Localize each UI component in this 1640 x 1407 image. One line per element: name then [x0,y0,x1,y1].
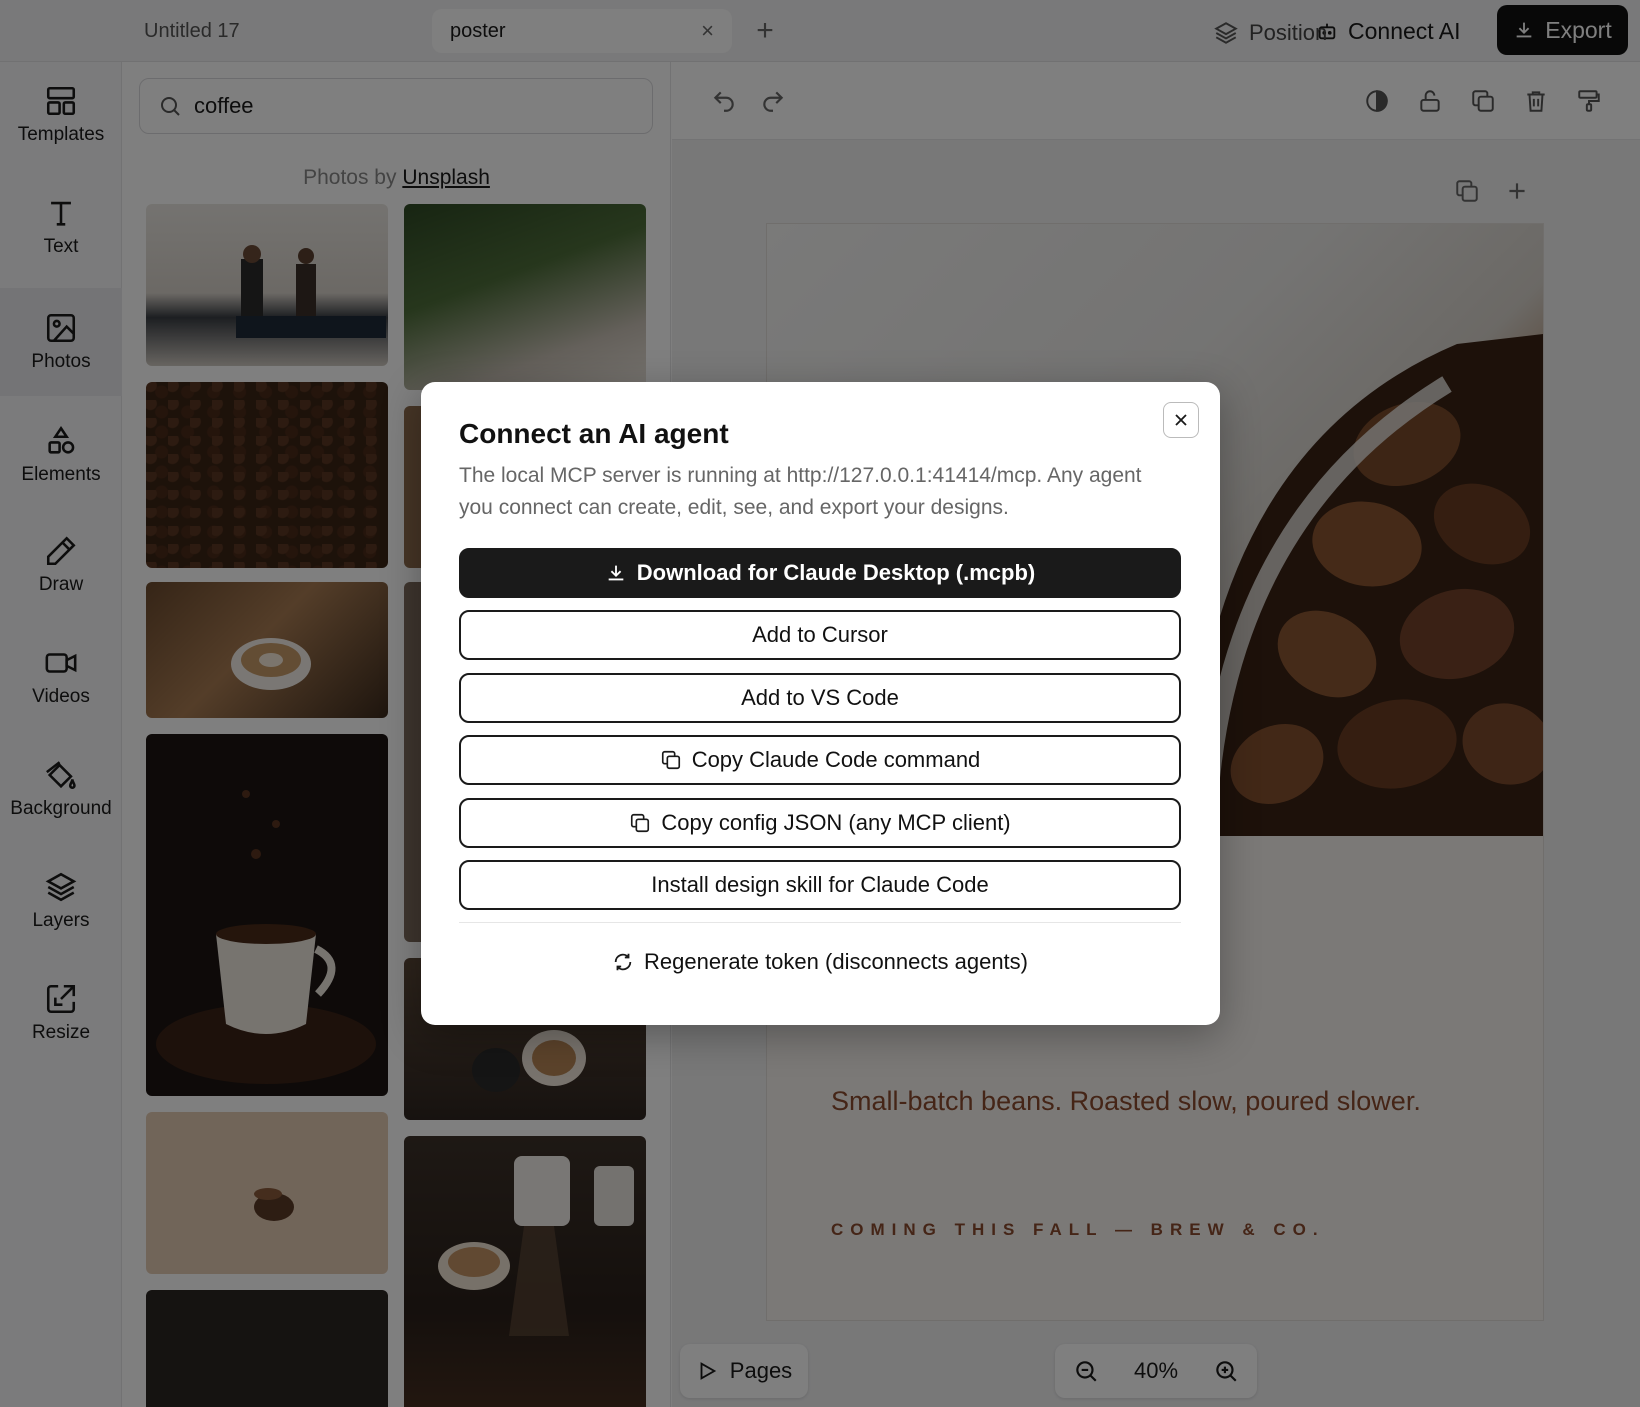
button-label: Add to VS Code [741,685,899,710]
close-icon [1175,414,1187,426]
download-claude-desktop-button[interactable]: Download for Claude Desktop (.mcpb) [459,548,1181,598]
regenerate-label: Regenerate token (disconnects agents) [643,949,1028,974]
copy-config-json-button[interactable]: Copy config JSON (any MCP client) [459,798,1181,848]
divider [459,922,1181,923]
button-label: Add to Cursor [752,622,888,647]
dialog-description: The local MCP server is running at http:… [459,464,1142,519]
install-design-skill-button[interactable]: Install design skill for Claude Code [459,860,1181,910]
button-label: Copy config JSON (any MCP client) [661,810,1011,835]
copy-claude-code-command-button[interactable]: Copy Claude Code command [459,735,1181,785]
connect-agent-dialog: Connect an AI agent The local MCP server… [421,382,1220,1025]
regenerate-token-button[interactable]: Regenerate token (disconnects agents) [459,942,1181,982]
refresh-icon [614,953,632,971]
add-to-cursor-button[interactable]: Add to Cursor [459,610,1181,660]
copy-icon [661,750,680,770]
close-dialog-button[interactable] [1163,402,1199,438]
dialog-title: Connect an AI agent [459,418,729,449]
copy-icon [631,813,650,833]
button-label: Copy Claude Code command [691,747,981,772]
button-label: Install design skill for Claude Code [651,872,989,897]
add-to-vscode-button[interactable]: Add to VS Code [459,673,1181,723]
download-icon [608,565,624,581]
button-label: Download for Claude Desktop (.mcpb) [636,560,1036,585]
